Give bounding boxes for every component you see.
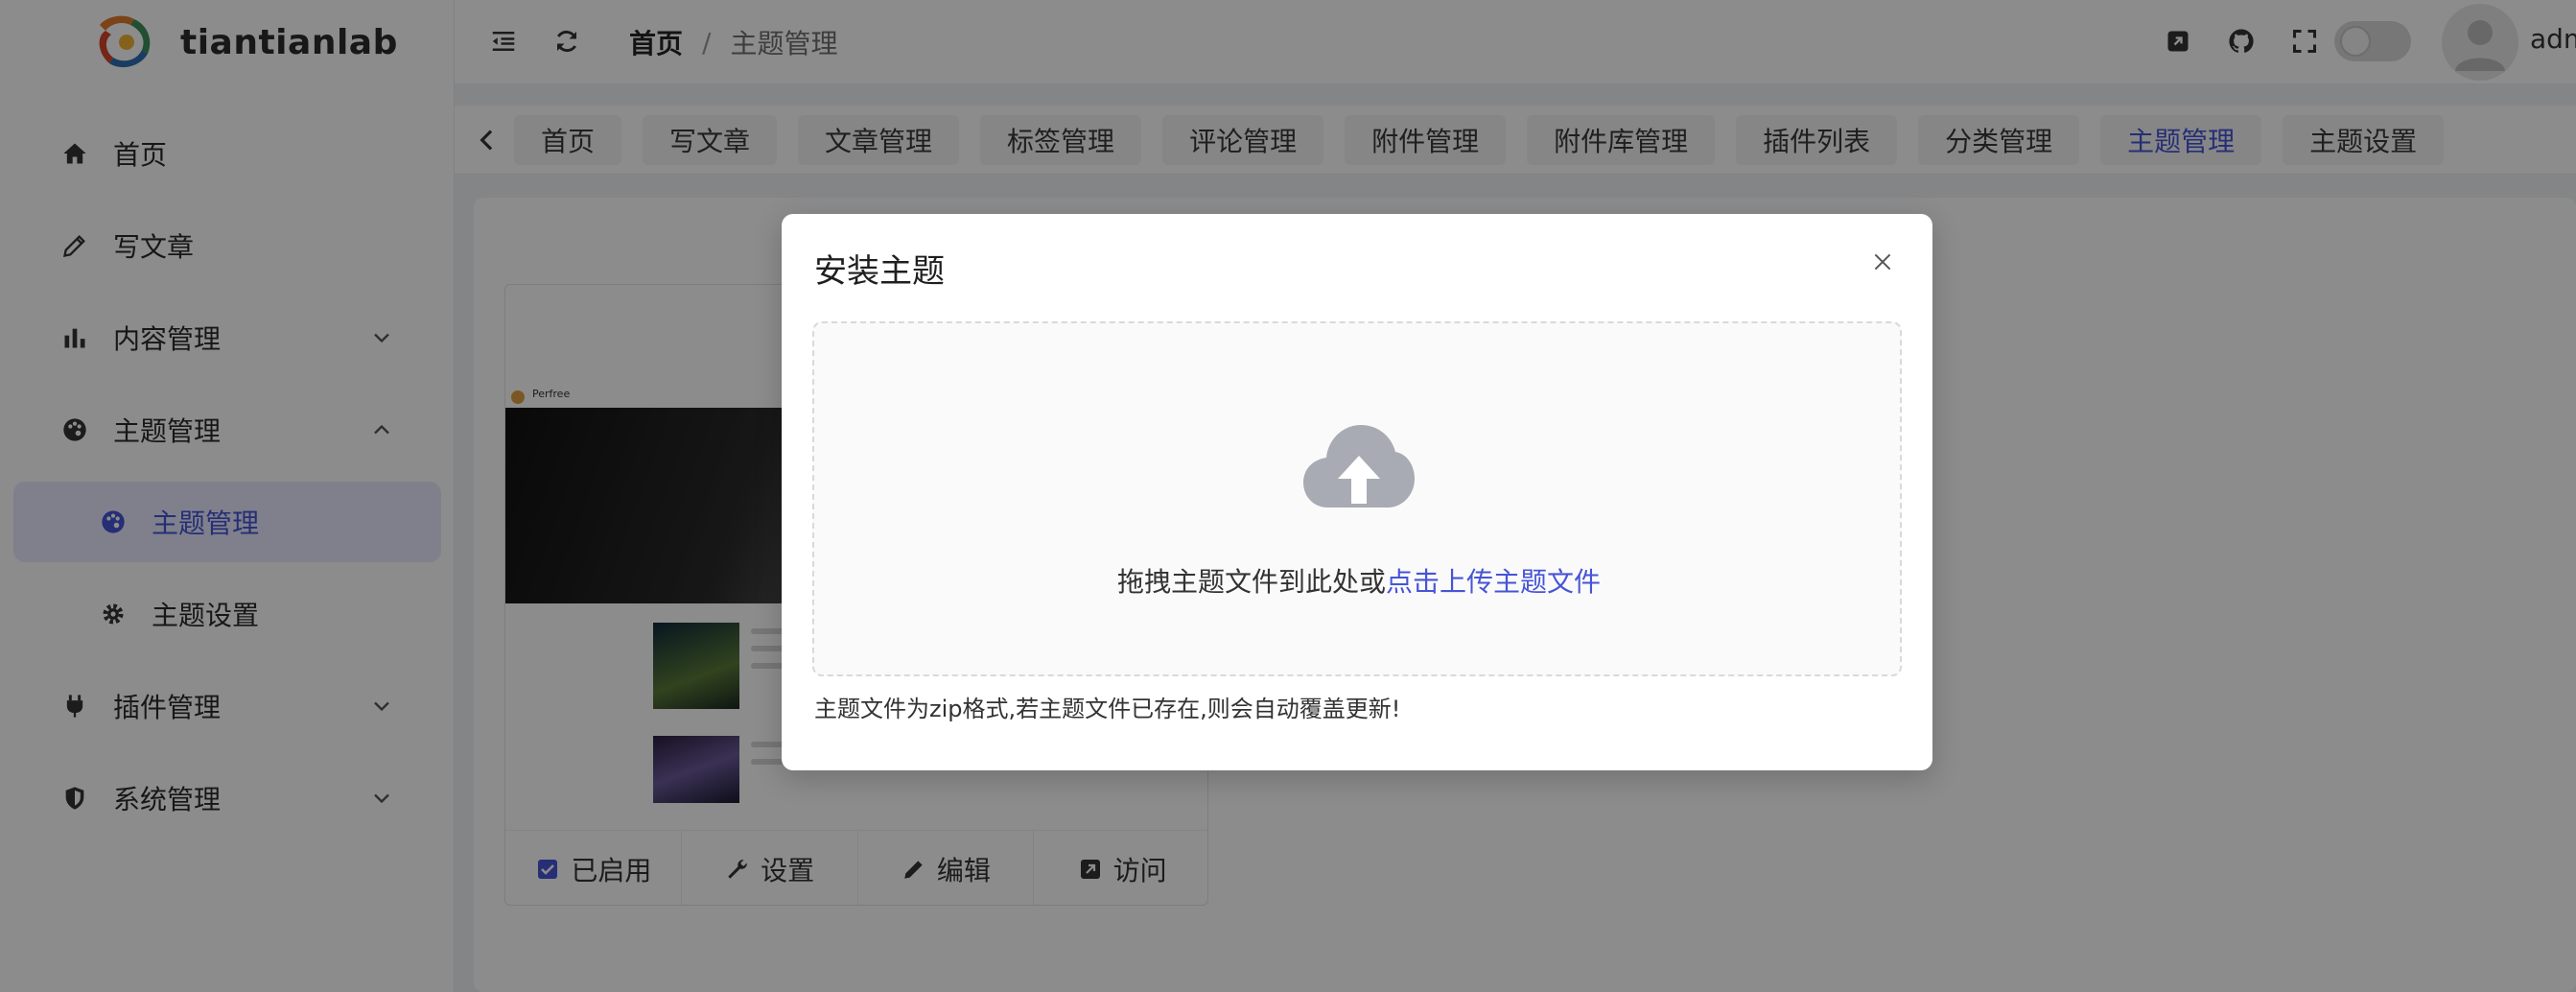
modal-tip: 主题文件为zip格式,若主题文件已存在,则会自动覆盖更新!: [814, 696, 1401, 722]
dropzone-text: 拖拽主题文件到此处或点击上传主题文件: [814, 561, 1904, 600]
close-icon[interactable]: [1865, 245, 1900, 279]
dropzone-hint: 拖拽主题文件到此处或: [1116, 566, 1386, 598]
modal-title: 安装主题: [814, 252, 945, 291]
cloud-upload-icon: [1303, 425, 1415, 508]
upload-dropzone[interactable]: 拖拽主题文件到此处或点击上传主题文件: [812, 321, 1902, 676]
install-theme-modal: 安装主题 拖拽主题文件到此处或点击上传主题文件 主题文件为zip格式,若主题文件…: [782, 214, 1932, 770]
upload-link[interactable]: 点击上传主题文件: [1386, 566, 1601, 598]
